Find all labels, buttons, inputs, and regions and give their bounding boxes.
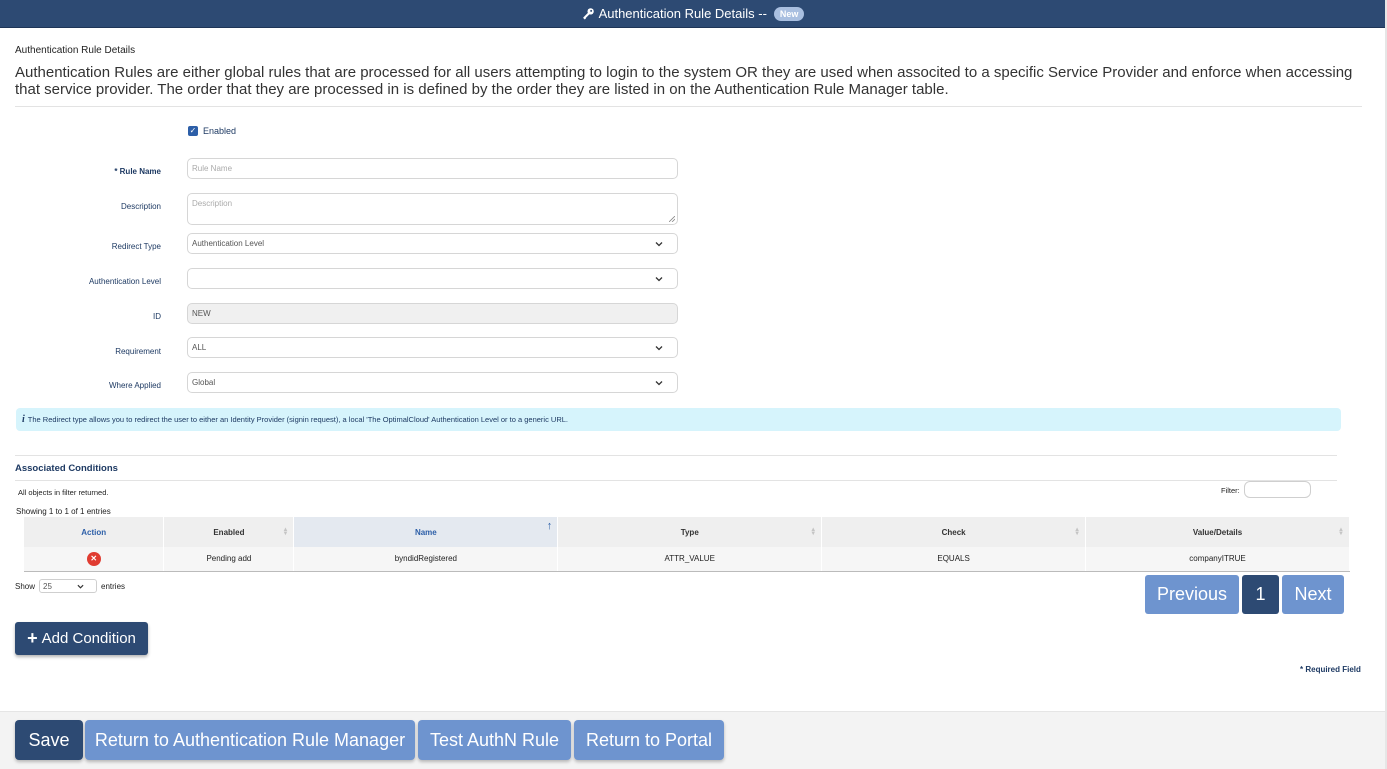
authentication-level-label: Authentication Level xyxy=(88,277,161,286)
next-page-button[interactable]: Next xyxy=(1282,575,1344,614)
chevron-down-icon xyxy=(77,584,84,589)
description-placeholder: Description xyxy=(192,199,233,208)
enabled-checkbox[interactable]: ✓ xyxy=(188,126,198,136)
sort-ascending-icon: ↑ xyxy=(546,520,553,532)
check-cell: EQUALS xyxy=(821,547,1087,572)
conditions-table: Action Enabled ▲ ▼ Name ↑ Type ▲ ▼ Check ▲ ▼ Va… xyxy=(24,517,1350,572)
filter-label: Filter: xyxy=(1221,486,1240,495)
description-label: Description xyxy=(120,202,161,211)
page-intro: Authentication Rules are either global r… xyxy=(15,64,1353,98)
redirect-type-select[interactable]: Authentication Level xyxy=(187,233,678,254)
requirement-select[interactable]: ALL xyxy=(187,337,678,358)
filter-input[interactable] xyxy=(1244,481,1311,498)
column-header-enabled[interactable]: Enabled ▲ ▼ xyxy=(163,517,295,547)
new-badge: New xyxy=(773,6,805,21)
associated-conditions-title: Associated Conditions xyxy=(15,463,118,474)
sort-icon: ▲ ▼ xyxy=(810,527,817,537)
chevron-down-icon xyxy=(655,277,663,282)
page-1-button[interactable]: 1 xyxy=(1242,575,1279,614)
info-icon: i xyxy=(22,414,25,425)
column-header-check[interactable]: Check ▲ ▼ xyxy=(821,517,1087,547)
add-condition-label: Add Condition xyxy=(41,630,136,647)
redirect-type-value: Authentication Level xyxy=(192,239,265,248)
divider xyxy=(15,106,1362,107)
requirement-value: ALL xyxy=(192,343,207,352)
divider xyxy=(15,480,1337,481)
enabled-checkbox-row[interactable]: ✓ Enabled xyxy=(188,126,236,136)
required-field-note: * Required Field xyxy=(1300,665,1361,674)
sort-icon: ▲ ▼ xyxy=(282,527,289,537)
filter-note: All objects in filter returned. xyxy=(18,488,109,497)
sort-icon: ▲ ▼ xyxy=(1338,527,1344,537)
column-header-action[interactable]: Action xyxy=(24,517,165,547)
window-titlebar: Authentication Rule Details -- New xyxy=(0,0,1385,28)
add-condition-button[interactable]: + Add Condition xyxy=(15,622,148,655)
rule-name-label: * Rule Name xyxy=(114,167,161,176)
info-alert: i The Redirect type allows you to redire… xyxy=(16,408,1341,431)
type-cell: ATTR_VALUE xyxy=(557,547,823,572)
info-text: The Redirect type allows you to redirect… xyxy=(27,415,569,424)
page-subtitle: Authentication Rule Details xyxy=(15,45,136,56)
return-to-portal-button[interactable]: Return to Portal xyxy=(574,720,724,760)
rule-name-placeholder: Rule Name xyxy=(192,164,233,173)
show-label: Show xyxy=(15,581,36,591)
requirement-label: Requirement xyxy=(115,347,161,356)
name-cell: byndidRegistered xyxy=(293,547,559,572)
enabled-label: Enabled xyxy=(203,126,237,136)
rule-name-input[interactable]: Rule Name xyxy=(187,158,678,179)
where-applied-label: Where Applied xyxy=(108,381,161,390)
action-cell: ✕ xyxy=(24,547,165,572)
test-authn-rule-button[interactable]: Test AuthN Rule xyxy=(418,720,571,760)
chevron-down-icon xyxy=(655,242,663,247)
redirect-type-label: Redirect Type xyxy=(111,242,161,251)
table-row: ✕ Pending add byndidRegistered ATTR_VALU… xyxy=(24,547,1350,572)
page-length-select[interactable]: 25 xyxy=(39,579,98,593)
value-cell: companyITRUE xyxy=(1085,547,1350,572)
id-value: NEW xyxy=(192,309,211,318)
column-header-value-details[interactable]: Value/Details ▲ ▼ xyxy=(1085,517,1350,547)
previous-page-button[interactable]: Previous xyxy=(1145,575,1239,614)
page-length-control: Show 25 entries xyxy=(15,579,125,593)
where-applied-select[interactable]: Global xyxy=(187,372,678,393)
table-info: Showing 1 to 1 of 1 entries xyxy=(16,507,111,516)
plus-icon: + xyxy=(27,628,38,648)
description-textarea[interactable]: Description xyxy=(187,193,678,225)
page-length-value: 25 xyxy=(43,581,52,591)
divider xyxy=(15,455,1337,456)
return-to-rule-manager-button[interactable]: Return to Authentication Rule Manager xyxy=(85,720,415,760)
save-button[interactable]: Save xyxy=(15,720,83,760)
resize-handle-icon[interactable] xyxy=(669,216,675,222)
id-field: NEW xyxy=(187,303,678,324)
column-header-type[interactable]: Type ▲ ▼ xyxy=(557,517,823,547)
column-header-name[interactable]: Name ↑ xyxy=(293,517,559,547)
sort-icon: ▲ ▼ xyxy=(1074,527,1081,537)
where-applied-value: Global xyxy=(192,378,216,387)
authentication-level-select[interactable] xyxy=(187,268,678,289)
key-icon xyxy=(582,7,594,19)
chevron-down-icon xyxy=(655,381,663,386)
window-title: Authentication Rule Details -- xyxy=(598,6,767,21)
id-label: ID xyxy=(153,312,161,321)
entries-label: entries xyxy=(101,581,126,591)
remove-condition-icon[interactable]: ✕ xyxy=(86,551,101,566)
enabled-cell: Pending add xyxy=(163,547,295,572)
chevron-down-icon xyxy=(655,346,663,351)
